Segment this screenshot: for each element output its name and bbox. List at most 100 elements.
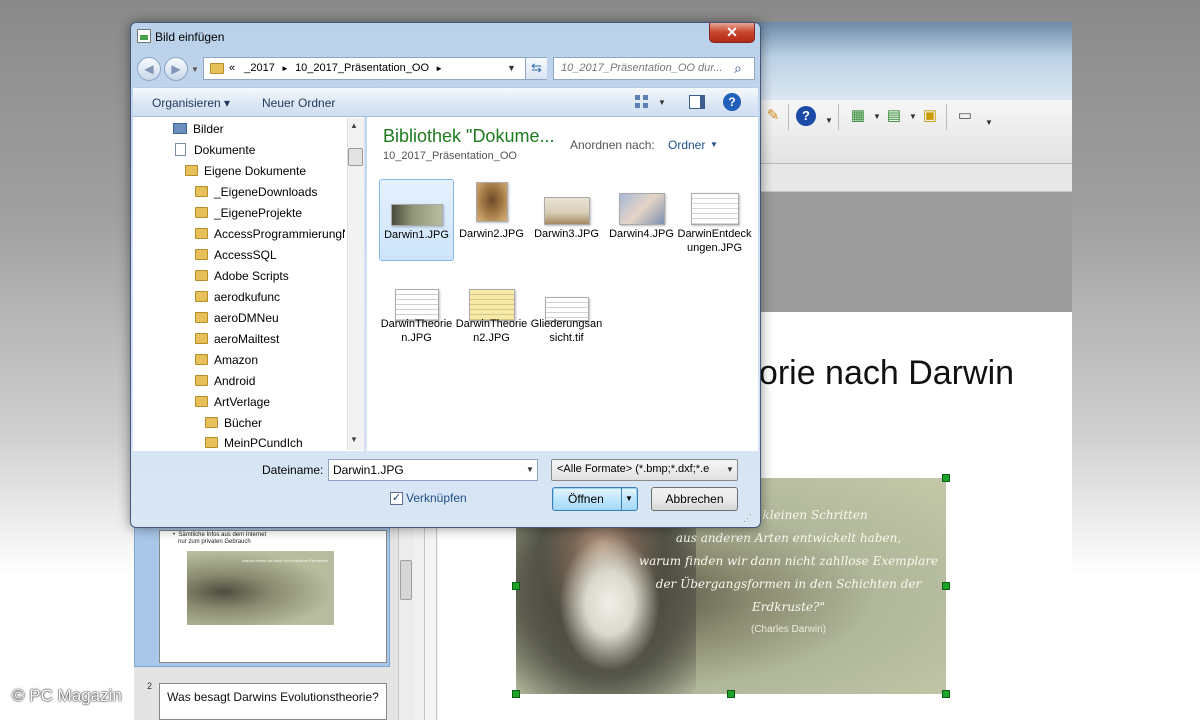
- file-type-dropdown-icon[interactable]: ▼: [726, 465, 734, 474]
- refresh-icon[interactable]: ⇆: [525, 58, 547, 79]
- slide-thumbnail-text: • Sämtliche Infos aus dem Internet nur z…: [173, 532, 267, 545]
- arrange-dropdown-icon[interactable]: ▼: [710, 140, 718, 149]
- address-separator[interactable]: ►: [435, 64, 443, 73]
- selection-handle[interactable]: [942, 582, 950, 590]
- selection-handle[interactable]: [512, 690, 520, 698]
- preview-pane-icon[interactable]: [689, 95, 705, 109]
- file-item[interactable]: Darwin2.JPG: [454, 179, 529, 261]
- link-checkbox-label[interactable]: Verknüpfen: [406, 491, 467, 505]
- file-type-value[interactable]: <Alle Formate> (*.bmp;*.dxf;*.e: [557, 463, 717, 475]
- scroll-down-icon[interactable]: ▼: [350, 435, 358, 444]
- nav-item-folder[interactable]: Android: [195, 372, 255, 390]
- slides-scrollbar[interactable]: [398, 527, 414, 720]
- image-thumbnail: [618, 193, 665, 225]
- toolbar-table-icon[interactable]: ▤: [884, 106, 904, 126]
- nav-item-folder[interactable]: AccessProgrammierungN: [195, 225, 345, 243]
- file-item[interactable]: Darwin1.JPG: [379, 179, 454, 261]
- filename-value[interactable]: Darwin1.JPG: [333, 463, 404, 477]
- resize-grip-icon[interactable]: ⋰: [743, 513, 752, 524]
- folder-icon: [195, 291, 208, 302]
- address-prefix[interactable]: «: [229, 62, 235, 74]
- cancel-button-label[interactable]: Abbrechen: [651, 492, 738, 506]
- open-button-label[interactable]: Öffnen: [568, 492, 604, 506]
- nav-item-folder[interactable]: aeroMailtest: [195, 330, 279, 348]
- slides-scrollbar-thumb[interactable]: [400, 560, 412, 600]
- folder-icon: [205, 437, 218, 448]
- link-checkbox[interactable]: ✓: [390, 492, 403, 505]
- address-segment[interactable]: 10_2017_Präsentation_OO: [295, 62, 429, 74]
- file-item[interactable]: DarwinEntdeckungen.JPG: [677, 179, 752, 261]
- watermark: © PC Magazin: [12, 686, 122, 705]
- nav-scrollbar[interactable]: [347, 118, 364, 450]
- arrange-by-dropdown[interactable]: Ordner: [668, 138, 705, 152]
- folder-icon: [195, 186, 208, 197]
- history-dropdown-icon[interactable]: ▼: [191, 65, 199, 74]
- file-item[interactable]: DarwinTheorien2.JPG: [454, 279, 529, 361]
- folder-icon: [195, 207, 208, 218]
- help-icon[interactable]: ?: [723, 93, 741, 111]
- file-item[interactable]: Gliederungsansicht.tif: [529, 279, 604, 361]
- slide-thumbnail-image: warum finden wir dann nicht zahllose Exe…: [187, 551, 334, 625]
- thumbnail-quote: warum finden wir dann nicht zahllose Exe…: [242, 558, 328, 563]
- selection-handle[interactable]: [727, 690, 735, 698]
- nav-item-folder[interactable]: Bücher: [205, 414, 262, 432]
- toolbar-chart-icon[interactable]: ▦: [848, 106, 868, 126]
- toolbar-help-icon[interactable]: ?: [796, 106, 816, 126]
- file-item[interactable]: DarwinTheorien.JPG: [379, 279, 454, 361]
- close-button[interactable]: ✕: [709, 23, 755, 43]
- toolbar-dropdown-arrow[interactable]: ▼: [985, 118, 993, 127]
- nav-item-folder[interactable]: MeinPCundIch: [205, 434, 303, 452]
- nav-item-folder[interactable]: Amazon: [195, 351, 258, 369]
- selection-handle[interactable]: [942, 690, 950, 698]
- library-icon: [173, 123, 187, 134]
- toolbar-dropdown-arrow[interactable]: ▼: [825, 116, 833, 125]
- file-item[interactable]: Darwin4.JPG: [604, 179, 679, 261]
- nav-item-dokumente[interactable]: Dokumente: [175, 141, 255, 159]
- file-item[interactable]: Darwin3.JPG: [529, 179, 604, 261]
- library-subtitle: 10_2017_Präsentation_OO: [383, 150, 517, 162]
- nav-item-bilder[interactable]: Bilder: [173, 120, 224, 138]
- nav-item-folder[interactable]: _EigeneDownloads: [195, 183, 317, 201]
- folder-icon: [195, 249, 208, 260]
- document-icon: [175, 143, 186, 156]
- search-icon[interactable]: ⌕: [734, 60, 742, 77]
- organize-button[interactable]: Organisieren ▾: [152, 96, 230, 110]
- view-options-icon[interactable]: [635, 95, 649, 109]
- nav-item-folder[interactable]: aeroDMNeu: [195, 309, 279, 327]
- back-button[interactable]: ◀: [137, 57, 161, 81]
- address-dropdown-icon[interactable]: ▼: [507, 63, 516, 73]
- nav-item-label: Bilder: [193, 122, 224, 136]
- address-segment[interactable]: _2017: [244, 62, 275, 74]
- toolbar-dropdown-arrow[interactable]: ▼: [873, 112, 881, 121]
- view-dropdown-icon[interactable]: ▼: [658, 98, 666, 107]
- folder-icon: [195, 312, 208, 323]
- toolbar-image-icon[interactable]: ▣: [920, 106, 940, 126]
- forward-button[interactable]: ▶: [164, 57, 188, 81]
- slide-thumbnail-title: Was besagt Darwins Evolutionstheorie?: [167, 690, 379, 704]
- file-name: DarwinTheorien.JPG: [380, 318, 453, 344]
- nav-item-folder[interactable]: Adobe Scripts: [195, 267, 289, 285]
- nav-item-label: aeroDMNeu: [214, 311, 279, 325]
- nav-item-label: Bücher: [224, 416, 263, 430]
- nav-scrollbar-thumb[interactable]: [348, 148, 363, 166]
- filename-dropdown-icon[interactable]: ▼: [526, 465, 534, 474]
- toolbar-pencil-icon[interactable]: ✎: [763, 106, 783, 126]
- search-placeholder[interactable]: 10_2017_Präsentation_OO dur...: [561, 62, 731, 74]
- nav-item-label: Android: [214, 374, 256, 388]
- file-name: Darwin4.JPG: [609, 228, 674, 240]
- new-folder-button[interactable]: Neuer Ordner: [262, 96, 335, 110]
- toolbar-presentation-icon[interactable]: ▭: [955, 106, 975, 126]
- nav-item-folder[interactable]: aerodkufunc: [195, 288, 280, 306]
- selection-handle[interactable]: [512, 582, 520, 590]
- nav-item-folder[interactable]: AccessSQL: [195, 246, 277, 264]
- toolbar-dropdown-arrow[interactable]: ▼: [909, 112, 917, 121]
- nav-item-eigene-dokumente[interactable]: Eigene Dokumente: [185, 162, 306, 180]
- folder-icon: [195, 396, 208, 407]
- selection-handle[interactable]: [942, 474, 950, 482]
- nav-item-folder[interactable]: ArtVerlage: [195, 393, 270, 411]
- scroll-up-icon[interactable]: ▲: [350, 121, 358, 130]
- open-options-dropdown-icon[interactable]: ▼: [625, 494, 633, 503]
- address-path[interactable]: « _2017 ► 10_2017_Präsentation_OO ►: [229, 62, 443, 74]
- nav-item-folder[interactable]: _EigeneProjekte: [195, 204, 302, 222]
- address-separator[interactable]: ►: [281, 64, 289, 73]
